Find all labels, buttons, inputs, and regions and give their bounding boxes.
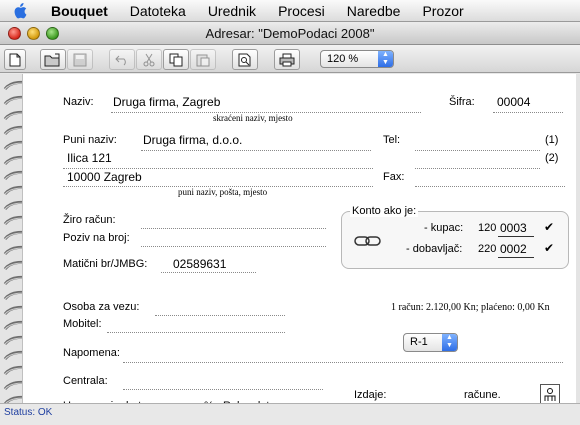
fax-field[interactable] (415, 186, 565, 187)
menu-app-bouquet[interactable]: Bouquet (40, 0, 119, 22)
kupac-label: - kupac: (424, 222, 464, 234)
puni-naziv-label: Puni naziv: (63, 134, 117, 146)
status-bar: Status: OK (0, 403, 580, 421)
save-button[interactable] (67, 49, 93, 70)
tel-mark-1: (1) (545, 134, 559, 146)
title-bar[interactable]: Adresar: "DemoPodaci 2008" (0, 22, 580, 45)
paste-icon (196, 54, 210, 66)
cut-icon (143, 53, 155, 66)
undo-icon (115, 55, 126, 65)
adresar-window: Adresar: "DemoPodaci 2008" 120 % ▲ ▼ Naz… (0, 22, 580, 425)
dobavljac-prefix: 220 (478, 243, 497, 255)
close-window-button[interactable] (8, 27, 21, 40)
new-document-button[interactable] (4, 49, 26, 70)
person-icon (544, 388, 556, 401)
kupac-prefix: 120 (478, 222, 497, 234)
osoba-field[interactable] (155, 315, 285, 316)
window-title: Adresar: "DemoPodaci 2008" (205, 26, 375, 41)
open-folder-icon (44, 53, 60, 66)
copy-icon (169, 53, 183, 66)
print-button[interactable] (274, 49, 300, 70)
zoom-select[interactable]: 120 % ▲ ▼ (320, 50, 394, 68)
tel-mark-2: (2) (545, 152, 559, 164)
menu-datoteka[interactable]: Datoteka (119, 0, 197, 22)
checkmark-icon[interactable]: ✔ (544, 241, 554, 255)
mobitel-label: Mobitel: (63, 318, 102, 330)
naziv-label: Naziv: (63, 96, 94, 108)
dobavljac-underline (498, 257, 534, 258)
poziv-na-broj-field[interactable] (141, 246, 326, 247)
tel-2-field[interactable] (415, 168, 540, 169)
address-1-underline (63, 168, 373, 169)
minimize-window-button[interactable] (27, 27, 40, 40)
maticni-underline (161, 272, 256, 273)
chevron-updown-icon: ▲ ▼ (442, 334, 457, 351)
address-line-1[interactable]: Ilica 121 (67, 151, 112, 165)
print-icon (279, 53, 295, 66)
napomena-field[interactable] (123, 362, 563, 363)
undo-button[interactable] (109, 49, 135, 70)
address-hint: puni naziv, pošta, mjesto (178, 187, 268, 197)
poziv-na-broj-label: Poziv na broj: (63, 232, 130, 244)
menu-prozor[interactable]: Prozor (411, 0, 474, 22)
puni-naziv-underline (141, 150, 371, 151)
checkmark-icon[interactable]: ✔ (544, 220, 554, 234)
kupac-code[interactable]: 0003 (500, 221, 527, 235)
address-card: Naziv: Druga firma, Zagreb skraćeni nazi… (22, 74, 576, 415)
link-icon[interactable] (354, 234, 382, 251)
menu-procesi[interactable]: Procesi (267, 0, 336, 22)
dobavljac-code[interactable]: 0002 (500, 242, 527, 256)
ziro-racun-field[interactable] (141, 228, 326, 229)
konto-group: Konto ako je: - kupac: 120 0003 ✔ - doba… (341, 205, 569, 269)
status-text: Status: OK (4, 407, 53, 418)
content-area: Naziv: Druga firma, Zagreb skraćeni nazi… (0, 74, 580, 415)
dobavljac-label: - dobavljač: (406, 243, 463, 255)
apple-icon[interactable] (0, 0, 40, 22)
tel-label: Tel: (383, 134, 401, 146)
sifra-value[interactable]: 00004 (497, 95, 530, 109)
menubar: Bouquet Datoteka Urednik Procesi Naredbe… (0, 0, 580, 22)
konto-title: Konto ako je: (350, 205, 419, 217)
invoice-type-select[interactable]: R-1 ▲ ▼ (403, 333, 458, 352)
izdaje-label: Izdaje: (354, 389, 387, 401)
racune-label: račune. (464, 389, 501, 401)
chevron-updown-icon: ▲ ▼ (378, 51, 393, 67)
preview-button[interactable] (232, 49, 258, 70)
cut-button[interactable] (136, 49, 162, 70)
invoice-summary: 1 račun: 2.120,00 Kn; plaćeno: 0,00 Kn (391, 302, 550, 313)
menu-naredbe[interactable]: Naredbe (336, 0, 412, 22)
maticni-value[interactable]: 02589631 (173, 257, 226, 271)
fax-label: Fax: (383, 171, 405, 183)
naziv-value[interactable]: Druga firma, Zagreb (113, 95, 220, 109)
open-button[interactable] (40, 49, 66, 70)
naziv-hint: skraćeni naziv, mjesto (213, 113, 293, 123)
mobitel-field[interactable] (107, 332, 285, 333)
toolbar: 120 % ▲ ▼ (0, 45, 580, 73)
maticni-label: Matični br/JMBG: (63, 258, 148, 270)
address-line-2[interactable]: 10000 Zagreb (67, 170, 142, 184)
kupac-underline (498, 236, 534, 237)
menu-urednik[interactable]: Urednik (197, 0, 267, 22)
centrala-field[interactable] (123, 389, 323, 390)
napomena-label: Napomena: (63, 347, 120, 359)
paste-button[interactable] (190, 49, 216, 70)
copy-button[interactable] (163, 49, 189, 70)
invoice-type-value: R-1 (410, 336, 428, 348)
osoba-label: Osoba za vezu: (63, 301, 140, 313)
save-icon (73, 53, 87, 66)
preview-icon (238, 53, 251, 66)
puni-naziv-value[interactable]: Druga firma, d.o.o. (143, 133, 242, 147)
sifra-underline (493, 112, 563, 113)
new-document-icon (9, 53, 21, 66)
zoom-window-button[interactable] (46, 27, 59, 40)
centrala-label: Centrala: (63, 375, 108, 387)
zoom-value: 120 % (327, 53, 359, 65)
ziro-racun-label: Žiro račun: (63, 214, 116, 226)
sifra-label: Šifra: (449, 96, 475, 108)
tel-1-field[interactable] (415, 150, 540, 151)
